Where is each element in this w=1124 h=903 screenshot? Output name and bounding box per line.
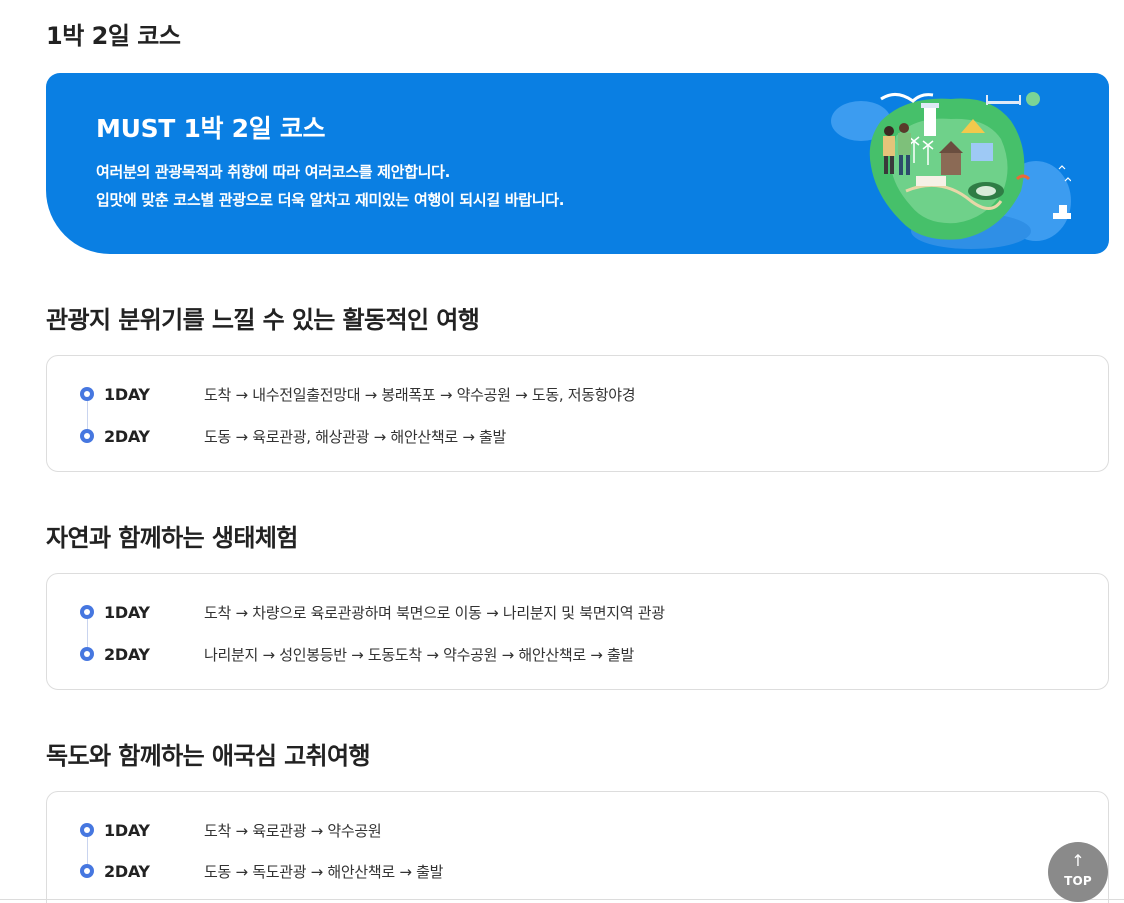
day-label: 1DAY xyxy=(104,385,150,404)
day-label: 2DAY xyxy=(104,862,150,881)
day-dot-icon xyxy=(80,605,94,619)
course-box-1: 1DAY 도착 → 내수전일출전망대 → 봉래폭포 → 약수공원 → 도동, 저… xyxy=(46,355,1109,472)
day-label: 2DAY xyxy=(104,427,150,446)
day-route: 나리분지 → 성인봉등반 → 도동도착 → 약수공원 → 해안산책로 → 출발 xyxy=(204,646,635,664)
day-label: 1DAY xyxy=(104,821,150,840)
course-title-2: 자연과 함께하는 생태체험 xyxy=(46,524,298,552)
day-route: 도동 → 독도관광 → 해안산책로 → 출발 xyxy=(204,863,444,881)
day-label: 1DAY xyxy=(104,603,150,622)
day-dot-icon xyxy=(80,823,94,837)
day-row-1: 1DAY 도착 → 육로관광 → 약수공원 xyxy=(80,820,1080,840)
day-route: 도착 → 차량으로 육로관광하며 북면으로 이동 → 나리분지 및 북면지역 관… xyxy=(204,604,665,622)
banner-title: MUST 1박 2일 코스 xyxy=(96,114,326,143)
must-course-banner: MUST 1박 2일 코스 여러분의 관광목적과 취향에 따라 여러코스를 제안… xyxy=(46,73,1109,254)
arrow-up-icon: ↑ xyxy=(1071,851,1085,870)
day-row-2: 2DAY 도동 → 육로관광, 해상관광 → 해안산책로 → 출발 xyxy=(80,426,1080,446)
banner-desc-line-2: 입맛에 맞춘 코스별 관광으로 더욱 알차고 재미있는 여행이 되시길 바랍니다… xyxy=(96,191,565,209)
day-dot-icon xyxy=(80,647,94,661)
day-row-2: 2DAY 나리분지 → 성인봉등반 → 도동도착 → 약수공원 → 해안산책로 … xyxy=(80,644,1080,664)
day-row-1: 1DAY 도착 → 차량으로 육로관광하며 북면으로 이동 → 나리분지 및 북… xyxy=(80,602,1080,622)
course-title-3: 독도와 함께하는 애국심 고취여행 xyxy=(46,742,371,770)
day-route: 도착 → 내수전일출전망대 → 봉래폭포 → 약수공원 → 도동, 저동항야경 xyxy=(204,386,636,404)
banner-desc-line-1: 여러분의 관광목적과 취향에 따라 여러코스를 제안합니다. xyxy=(96,163,451,181)
course-page: 1박 2일 코스 MUST 1박 2일 코스 여러분의 관광목적과 취향에 따라… xyxy=(0,0,1124,903)
course-title-1: 관광지 분위기를 느낄 수 있는 활동적인 여행 xyxy=(46,306,480,334)
day-route: 도착 → 육로관광 → 약수공원 xyxy=(204,822,382,840)
day-dot-icon xyxy=(80,387,94,401)
day-route: 도동 → 육로관광, 해상관광 → 해안산책로 → 출발 xyxy=(204,428,507,446)
day-row-2: 2DAY 도동 → 독도관광 → 해안산책로 → 출발 xyxy=(80,861,1080,881)
course-box-3: 1DAY 도착 → 육로관광 → 약수공원 2DAY 도동 → 독도관광 → 해… xyxy=(46,791,1109,903)
day-dot-icon xyxy=(80,429,94,443)
day-row-1: 1DAY 도착 → 내수전일출전망대 → 봉래폭포 → 약수공원 → 도동, 저… xyxy=(80,384,1080,404)
course-box-2: 1DAY 도착 → 차량으로 육로관광하며 북면으로 이동 → 나리분지 및 북… xyxy=(46,573,1109,690)
day-dot-icon xyxy=(80,864,94,878)
scroll-to-top-button[interactable]: ↑ TOP xyxy=(1048,842,1108,902)
page-title: 1박 2일 코스 xyxy=(46,22,181,50)
bottom-divider xyxy=(0,899,1124,900)
top-button-label: TOP xyxy=(1064,874,1092,888)
day-label: 2DAY xyxy=(104,645,150,664)
banner-description: 여러분의 관광목적과 취향에 따라 여러코스를 제안합니다. 입맛에 맞춘 코스… xyxy=(96,158,565,214)
island-illustration xyxy=(831,92,1071,249)
